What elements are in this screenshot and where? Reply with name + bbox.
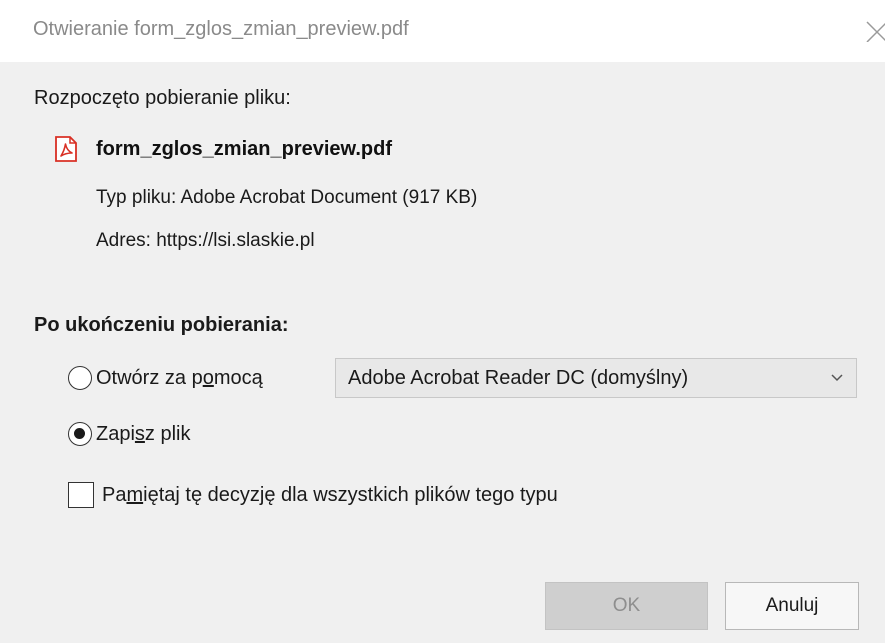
pdf-file-icon bbox=[55, 136, 77, 162]
open-with-label[interactable]: Otwórz za pomocą bbox=[96, 367, 263, 390]
open-with-app-select[interactable]: Adobe Acrobat Reader DC (domyślny) bbox=[335, 358, 857, 398]
file-address-label: Adres: bbox=[96, 230, 151, 251]
file-open-dialog: Otwieranie form_zglos_zmian_preview.pdf … bbox=[0, 0, 885, 643]
close-icon[interactable] bbox=[865, 20, 885, 42]
file-address-value: https://lsi.slaskie.pl bbox=[156, 230, 315, 251]
open-with-radio[interactable] bbox=[68, 366, 92, 390]
file-type-value: Adobe Acrobat Document (917 KB) bbox=[180, 187, 478, 208]
window-title: Otwieranie form_zglos_zmian_preview.pdf bbox=[33, 18, 409, 40]
file-name: form_zglos_zmian_preview.pdf bbox=[96, 137, 392, 160]
download-started-label: Rozpoczęto pobieranie pliku: bbox=[34, 87, 291, 109]
open-with-app-value: Adobe Acrobat Reader DC (domyślny) bbox=[348, 366, 689, 389]
ok-button[interactable]: OK bbox=[545, 582, 708, 630]
file-address-line: Adres: https://lsi.slaskie.pl bbox=[96, 230, 315, 252]
remember-decision-option[interactable]: Pamiętaj tę decyzję dla wszystkich plikó… bbox=[68, 480, 558, 510]
chevron-down-icon bbox=[831, 374, 843, 382]
title-bar[interactable]: Otwieranie form_zglos_zmian_preview.pdf bbox=[0, 0, 885, 62]
close-button[interactable] bbox=[863, 10, 885, 50]
save-file-label[interactable]: Zapisz plik bbox=[96, 423, 190, 446]
save-file-radio[interactable] bbox=[68, 422, 92, 446]
file-type-label: Typ pliku: bbox=[96, 187, 177, 208]
after-download-heading: Po ukończeniu pobierania: bbox=[34, 314, 289, 336]
open-with-option[interactable]: Otwórz za pomocą bbox=[68, 364, 263, 392]
cancel-button[interactable]: Anuluj bbox=[725, 582, 859, 630]
remember-decision-label[interactable]: Pamiętaj tę decyzję dla wszystkich plikó… bbox=[102, 484, 558, 507]
dialog-body: Rozpoczęto pobieranie pliku: form_zglos_… bbox=[0, 62, 885, 643]
file-row: form_zglos_zmian_preview.pdf bbox=[54, 136, 392, 162]
remember-decision-checkbox[interactable] bbox=[68, 482, 94, 508]
save-file-option[interactable]: Zapisz plik bbox=[68, 420, 190, 448]
file-type-line: Typ pliku: Adobe Acrobat Document (917 K… bbox=[96, 187, 477, 209]
